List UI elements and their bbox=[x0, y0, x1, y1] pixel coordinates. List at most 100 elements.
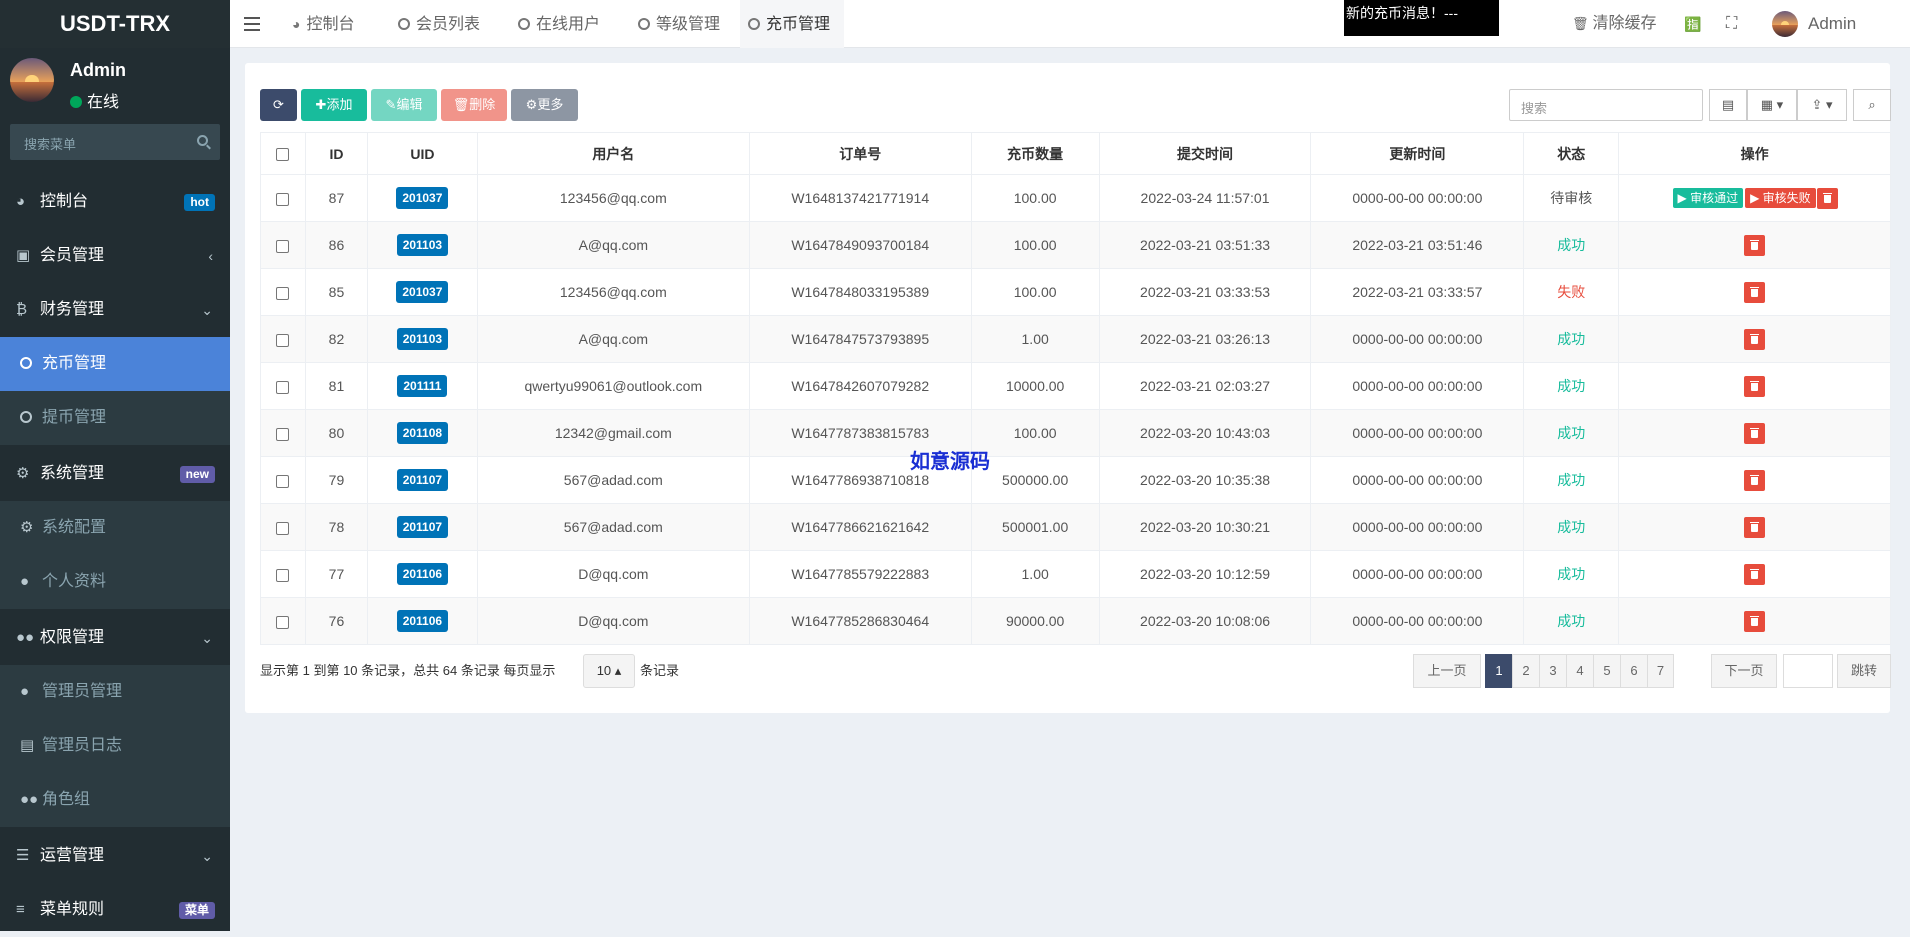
tab-online-users[interactable]: 在线用户 bbox=[518, 0, 600, 48]
row-checkbox[interactable] bbox=[276, 474, 290, 488]
delete-row-icon[interactable] bbox=[1816, 187, 1838, 209]
select-cell[interactable] bbox=[260, 174, 306, 222]
tab-member-list[interactable]: 会员列表 bbox=[398, 0, 480, 48]
column-header-status[interactable]: 状态 bbox=[1523, 132, 1620, 175]
tab-deposit-management[interactable]: 充币管理 bbox=[740, 0, 845, 48]
columns-button[interactable]: ▦ ▾ bbox=[1747, 89, 1797, 121]
edit-button[interactable]: ✎编辑 bbox=[371, 89, 437, 121]
sidebar-item-menu-rules[interactable]: ≡ 菜单规则 菜单 bbox=[0, 883, 230, 937]
delete-row-icon[interactable] bbox=[1744, 328, 1766, 350]
sidebar-item-operations[interactable]: ☰ 运营管理 ⌄ bbox=[0, 829, 230, 883]
select-cell[interactable] bbox=[260, 550, 306, 598]
row-checkbox[interactable] bbox=[276, 333, 290, 347]
select-all-cell[interactable] bbox=[260, 132, 306, 175]
toggle-view-button[interactable]: ▤ bbox=[1709, 89, 1747, 121]
sidebar-item-members[interactable]: ▣ 会员管理 ‹ bbox=[0, 229, 230, 283]
next-page-button[interactable]: 下一页 bbox=[1711, 654, 1777, 688]
clear-cache-button[interactable]: 🗑 清除缓存 bbox=[1572, 0, 1657, 48]
table-search-input[interactable]: 搜索 bbox=[1509, 89, 1703, 121]
column-header-username[interactable]: 用户名 bbox=[476, 132, 750, 175]
uid-badge[interactable]: 201103 bbox=[396, 328, 449, 350]
top-user-name[interactable]: Admin bbox=[1808, 0, 1856, 48]
sidebar-item-deposit[interactable]: 充币管理 bbox=[0, 337, 230, 391]
sidebar-toggle-icon[interactable] bbox=[244, 17, 260, 31]
language-icon[interactable]: 🈯 bbox=[1684, 0, 1701, 48]
more-button[interactable]: ⚙更多 bbox=[511, 89, 578, 121]
sidebar-item-system-config[interactable]: ⚙ 系统配置 bbox=[0, 501, 230, 555]
column-header-submit-time[interactable]: 提交时间 bbox=[1098, 132, 1312, 175]
sidebar-item-finance[interactable]: ₿ 财务管理 ⌄ bbox=[0, 283, 230, 337]
select-all-checkbox[interactable] bbox=[276, 148, 290, 162]
delete-row-icon[interactable] bbox=[1744, 234, 1766, 256]
delete-button[interactable]: 🗑删除 bbox=[441, 89, 507, 121]
page-size-select[interactable]: 10 ▴ bbox=[583, 654, 635, 688]
column-header-id[interactable]: ID bbox=[304, 132, 368, 175]
row-checkbox[interactable] bbox=[276, 380, 290, 394]
column-header-amount[interactable]: 充币数量 bbox=[970, 132, 1100, 175]
uid-badge[interactable]: 201037 bbox=[396, 187, 449, 209]
sidebar-item-dashboard[interactable]: ◕ 控制台 hot bbox=[0, 175, 230, 229]
jump-page-input[interactable] bbox=[1783, 654, 1833, 688]
select-cell[interactable] bbox=[260, 362, 306, 410]
reject-button[interactable]: ▶ 审核失败 bbox=[1745, 188, 1816, 208]
jump-button[interactable]: 跳转 bbox=[1837, 654, 1891, 688]
row-checkbox[interactable] bbox=[276, 615, 290, 629]
prev-page-button[interactable]: 上一页 bbox=[1413, 654, 1481, 688]
tab-dashboard[interactable]: ◕ 控制台 bbox=[292, 0, 354, 48]
page-button-4[interactable]: 4 bbox=[1566, 654, 1594, 688]
uid-badge[interactable]: 201108 bbox=[396, 422, 449, 444]
uid-badge[interactable]: 201106 bbox=[396, 563, 449, 585]
sidebar-item-withdraw[interactable]: 提币管理 bbox=[0, 391, 230, 445]
uid-badge[interactable]: 201107 bbox=[396, 469, 449, 491]
sidebar-item-admins[interactable]: ● 管理员管理 bbox=[0, 665, 230, 719]
uid-badge[interactable]: 201106 bbox=[396, 610, 449, 632]
row-checkbox[interactable] bbox=[276, 239, 290, 253]
sidebar-item-permissions[interactable]: ●● 权限管理 ⌄ bbox=[0, 611, 230, 665]
delete-row-icon[interactable] bbox=[1744, 281, 1766, 303]
sidebar-item-admin-log[interactable]: ▤ 管理员日志 bbox=[0, 719, 230, 773]
add-button[interactable]: ✚添加 bbox=[301, 89, 367, 121]
select-cell[interactable] bbox=[260, 268, 306, 316]
sidebar-search-input[interactable]: 搜索菜单 bbox=[10, 124, 220, 160]
delete-row-icon[interactable] bbox=[1744, 469, 1766, 491]
column-header-order[interactable]: 订单号 bbox=[748, 132, 972, 175]
advanced-search-button[interactable]: ⌕ bbox=[1853, 89, 1891, 121]
page-button-2[interactable]: 2 bbox=[1512, 654, 1540, 688]
select-cell[interactable] bbox=[260, 503, 306, 551]
uid-badge[interactable]: 201111 bbox=[397, 375, 448, 397]
export-button[interactable]: ⇪ ▾ bbox=[1797, 89, 1847, 121]
row-checkbox[interactable] bbox=[276, 521, 290, 535]
column-header-uid[interactable]: UID bbox=[366, 132, 478, 175]
avatar[interactable] bbox=[1772, 11, 1798, 37]
page-button-6[interactable]: 6 bbox=[1620, 654, 1648, 688]
row-checkbox[interactable] bbox=[276, 427, 290, 441]
sidebar-item-system[interactable]: ⚙ 系统管理 new bbox=[0, 447, 230, 501]
delete-row-icon[interactable] bbox=[1744, 563, 1766, 585]
page-button-7[interactable]: 7 bbox=[1647, 654, 1674, 688]
select-cell[interactable] bbox=[260, 221, 306, 269]
delete-row-icon[interactable] bbox=[1744, 375, 1766, 397]
column-header-update-time[interactable]: 更新时间 bbox=[1310, 132, 1525, 175]
new-deposit-message[interactable]: 新的充币消息！--- bbox=[1344, 0, 1499, 36]
sidebar-item-roles[interactable]: ●● 角色组 bbox=[0, 773, 230, 827]
page-button-3[interactable]: 3 bbox=[1539, 654, 1567, 688]
select-cell[interactable] bbox=[260, 315, 306, 363]
uid-badge[interactable]: 201107 bbox=[396, 516, 449, 538]
page-button-5[interactable]: 5 bbox=[1593, 654, 1621, 688]
select-cell[interactable] bbox=[260, 409, 306, 457]
refresh-button[interactable]: ⟳ bbox=[260, 89, 297, 121]
delete-row-icon[interactable] bbox=[1744, 610, 1766, 632]
app-logo[interactable]: USDT-TRX bbox=[0, 0, 230, 48]
uid-badge[interactable]: 201037 bbox=[396, 281, 449, 303]
page-button-1[interactable]: 1 bbox=[1485, 654, 1513, 688]
select-cell[interactable] bbox=[260, 456, 306, 504]
select-cell[interactable] bbox=[260, 597, 306, 645]
uid-badge[interactable]: 201103 bbox=[396, 234, 449, 256]
delete-row-icon[interactable] bbox=[1744, 422, 1766, 444]
delete-row-icon[interactable] bbox=[1744, 516, 1766, 538]
row-checkbox[interactable] bbox=[276, 192, 290, 206]
approve-button[interactable]: ▶ 审核通过 bbox=[1672, 188, 1744, 208]
row-checkbox[interactable] bbox=[276, 286, 290, 300]
row-checkbox[interactable] bbox=[276, 568, 290, 582]
tab-level-management[interactable]: 等级管理 bbox=[638, 0, 720, 48]
